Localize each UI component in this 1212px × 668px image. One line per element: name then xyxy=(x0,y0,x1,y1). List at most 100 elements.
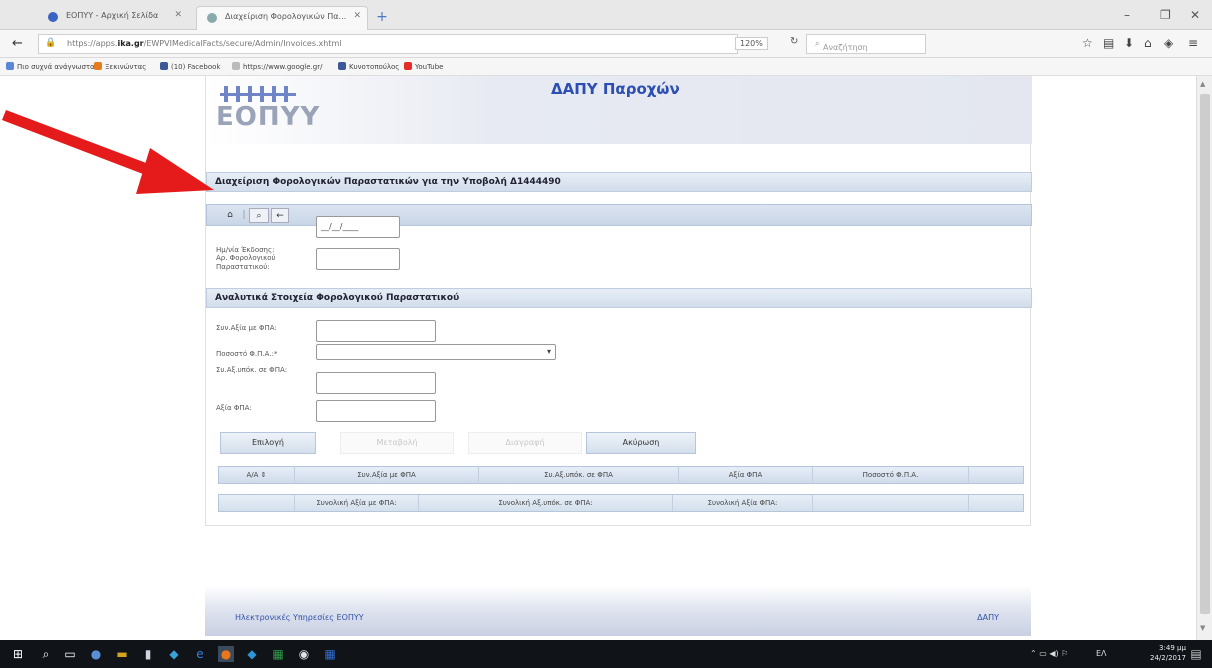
vat-value-label: Αξία ΦΠΑ: xyxy=(216,404,252,412)
word-icon[interactable]: ▦ xyxy=(322,646,338,662)
browser-tab-active[interactable]: Διαχείριση Φορολογικών Πα... ✕ xyxy=(196,6,368,30)
cancel-button[interactable]: Ακύρωση xyxy=(586,432,696,454)
footer-cell: Συνολική Αξία ΦΠΑ: xyxy=(673,495,813,511)
bookmark-item[interactable]: YouTube xyxy=(404,62,443,71)
footer-cell xyxy=(813,495,969,511)
windows-start-icon[interactable]: ⊞ xyxy=(10,646,26,662)
favicon-icon xyxy=(48,12,58,22)
browser-tab-bar: ΕΟΠΥΥ - Αρχική Σελίδα ✕ Διαχείριση Φορολ… xyxy=(0,0,1212,30)
subject-to-vat-field[interactable] xyxy=(316,372,436,394)
clock-date: 24/2/2017 xyxy=(1150,654,1186,662)
reload-icon[interactable]: ↻ xyxy=(790,36,798,47)
search-icon[interactable]: ⌕ xyxy=(38,646,54,662)
browser-tab-eopyy[interactable]: ΕΟΠΥΥ - Αρχική Σελίδα ✕ xyxy=(38,6,188,30)
notifications-icon[interactable]: ▤ xyxy=(1188,646,1204,662)
footer-cell: Συνολική Αξ.υπόκ. σε ΦΠΑ: xyxy=(419,495,673,511)
close-tab-icon[interactable]: ✕ xyxy=(174,10,182,20)
bookmark-item[interactable]: https://www.google.gr/ xyxy=(232,62,322,71)
clock[interactable]: 3:49 μμ 24/2/2017 xyxy=(1150,643,1186,663)
footer-cell xyxy=(969,495,1023,511)
vat-value-field[interactable] xyxy=(316,400,436,422)
close-window-icon[interactable]: ✕ xyxy=(1190,8,1200,22)
app-icon[interactable]: ● xyxy=(88,646,104,662)
issue-date-field[interactable]: __/__/____ xyxy=(316,216,400,238)
invoice-number-label: Αρ. Φορολογικού Παραστατικού: xyxy=(216,254,276,271)
firefox-icon[interactable]: ● xyxy=(218,646,234,662)
section-header-details: Αναλυτικά Στοιχεία Φορολογικού Παραστατι… xyxy=(206,288,1032,308)
taskbar: ⊞ ⌕ ▭ ● ▬ ▮ ◆ e ● ◆ ▦ ◉ ▦ ⌃ ▭ ◀) ⚐ ΕΛ 3:… xyxy=(0,640,1212,668)
table-footer-row: Συνολική Αξία με ΦΠΑ: Συνολική Αξ.υπόκ. … xyxy=(218,494,1024,512)
url-text: https://apps.ika.gr/EWPVIMedicalFacts/se… xyxy=(67,39,342,48)
column-header-aa[interactable]: Α/Α ⇕ xyxy=(219,467,295,483)
chrome-icon[interactable]: ◉ xyxy=(296,646,312,662)
new-tab-button[interactable]: + xyxy=(374,9,390,25)
close-tab-icon[interactable]: ✕ xyxy=(353,11,361,21)
bookmarks-bar: Πιο συχνά ανάγνωστα Ξεκινώντας (10) Face… xyxy=(0,58,1212,76)
logo-graphic-icon xyxy=(220,80,296,102)
lock-icon: 🔒 xyxy=(45,38,57,48)
back-arrow-icon[interactable]: ← xyxy=(12,36,23,51)
navigation-bar: ← 🔒 https://apps.ika.gr/EWPVIMedicalFact… xyxy=(0,30,1212,58)
page-scrollbar[interactable]: ▲ ▼ xyxy=(1196,76,1212,640)
bookmark-item[interactable]: (10) Facebook xyxy=(160,62,221,71)
invoice-number-field[interactable] xyxy=(316,248,400,270)
section-header-invoices: Διαχείριση Φορολογικών Παραστατικών για … xyxy=(206,172,1032,192)
home-icon[interactable]: ⌂ xyxy=(1144,36,1152,50)
zoom-level[interactable]: 120% xyxy=(735,37,768,50)
page-content: ΕΟΠΥΥ ΔΑΠΥ Παροχών Διαχείριση Φορολογικώ… xyxy=(205,76,1032,526)
delete-button[interactable]: Διαγραφή xyxy=(468,432,582,454)
scroll-up-icon[interactable]: ▲ xyxy=(1200,80,1205,88)
search-placeholder: ⌕ Αναζήτηση xyxy=(815,39,868,52)
back-button[interactable]: ← xyxy=(271,208,289,223)
star-icon[interactable]: ☆ xyxy=(1082,36,1093,50)
footer-link-dapy[interactable]: ΔΑΠΥ xyxy=(977,613,999,622)
bookmark-item[interactable]: Πιο συχνά ανάγνωστα xyxy=(6,62,95,71)
pocket-icon[interactable]: ◈ xyxy=(1164,36,1173,50)
vat-percent-select[interactable]: ▾ xyxy=(316,344,556,360)
column-header: Συν.Αξία με ΦΠΑ xyxy=(295,467,479,483)
page-brand-title: ΔΑΠΥ Παροχών xyxy=(551,80,680,98)
total-with-vat-field[interactable] xyxy=(316,320,436,342)
edit-button[interactable]: Μεταβολή xyxy=(340,432,454,454)
tab-label: ΕΟΠΥΥ - Αρχική Σελίδα xyxy=(66,11,159,20)
toolbar-separator: | xyxy=(242,210,246,220)
favicon-icon xyxy=(207,13,217,23)
page-footer: Ηλεκτρονικές Υπηρεσίες ΕΟΠΥΥ ΔΑΠΥ xyxy=(205,586,1031,636)
app-icon[interactable]: ◆ xyxy=(244,646,260,662)
scroll-down-icon[interactable]: ▼ xyxy=(1200,624,1205,632)
url-bar[interactable]: 🔒 https://apps.ika.gr/EWPVIMedicalFacts/… xyxy=(38,34,738,54)
total-with-vat-label: Συν.Αξία με ΦΠΑ: xyxy=(216,324,277,332)
file-explorer-icon[interactable]: ▬ xyxy=(114,646,130,662)
table-header-row: Α/Α ⇕ Συν.Αξία με ΦΠΑ Συ.Αξ.υπόκ. σε ΦΠΑ… xyxy=(218,466,1024,484)
edge-icon[interactable]: e xyxy=(192,646,208,662)
bookmark-item[interactable]: Κυνοτοπούλος xyxy=(338,62,399,71)
language-indicator[interactable]: ΕΛ xyxy=(1096,649,1107,658)
header-banner: ΕΟΠΥΥ ΔΑΠΥ Παροχών xyxy=(206,76,1032,144)
subject-to-vat-label: Συ.Αξ.υπόκ. σε ΦΠΑ: xyxy=(216,366,288,374)
clipboard-icon[interactable]: ▤ xyxy=(1103,36,1114,50)
menu-icon[interactable]: ≡ xyxy=(1188,36,1198,50)
task-view-icon[interactable]: ▭ xyxy=(62,646,78,662)
app-icon[interactable]: ▮ xyxy=(140,646,156,662)
app-icon[interactable]: ◆ xyxy=(166,646,182,662)
search-button[interactable]: ⌕ xyxy=(249,208,269,223)
footer-link-services[interactable]: Ηλεκτρονικές Υπηρεσίες ΕΟΠΥΥ xyxy=(235,613,364,622)
select-button[interactable]: Επιλογή xyxy=(220,432,316,454)
search-input[interactable]: ⌕ Αναζήτηση xyxy=(806,34,926,54)
system-tray-icons[interactable]: ⌃ ▭ ◀) ⚐ xyxy=(1030,649,1068,658)
column-header: Αξία ΦΠΑ xyxy=(679,467,813,483)
excel-icon[interactable]: ▦ xyxy=(270,646,286,662)
bookmark-item[interactable]: Ξεκινώντας xyxy=(94,62,146,71)
minimize-icon[interactable]: – xyxy=(1124,8,1130,22)
footer-cell: Συνολική Αξία με ΦΠΑ: xyxy=(295,495,419,511)
column-header: Συ.Αξ.υπόκ. σε ΦΠΑ xyxy=(479,467,679,483)
tab-label: Διαχείριση Φορολογικών Πα... xyxy=(225,12,347,21)
maximize-icon[interactable]: ❐ xyxy=(1160,8,1171,22)
red-arrow-icon xyxy=(2,110,214,194)
clock-time: 3:49 μμ xyxy=(1159,644,1186,652)
chevron-down-icon: ▾ xyxy=(546,347,551,356)
scrollbar-thumb[interactable] xyxy=(1200,94,1210,614)
column-header xyxy=(969,467,1023,483)
vat-percent-label: Ποσοστό Φ.Π.Α.:* xyxy=(216,350,278,358)
download-icon[interactable]: ⬇ xyxy=(1124,36,1134,50)
